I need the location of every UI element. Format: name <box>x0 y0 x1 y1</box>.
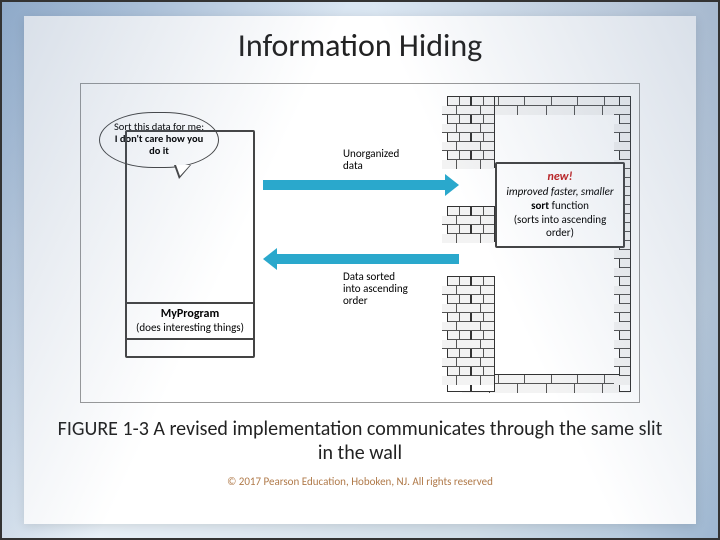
arrow-top-label: Unorganized data <box>343 148 399 172</box>
figure-illustration: Sort this data for me; I don't care how … <box>80 83 640 403</box>
wall-bottom-arm <box>471 374 631 392</box>
page-title: Information Hiding <box>238 26 482 65</box>
slide: Information Hiding Sort this data for me… <box>0 0 720 540</box>
figure-caption: FIGURE 1-3 A revised implementation comm… <box>24 417 696 465</box>
wall-segment <box>471 276 495 392</box>
arrow-left-icon <box>275 254 459 264</box>
copyright-text: © 2017 Pearson Education, Hoboken, NJ. A… <box>227 475 493 488</box>
sort-line-3: sort function <box>501 199 619 213</box>
program-desc: (does interesting things) <box>129 322 251 335</box>
function-word: function <box>552 199 589 212</box>
wall-segment <box>471 96 495 168</box>
sort-line2-italic: improved faster, smaller <box>506 185 613 198</box>
sort-function-panel: new! improved faster, smaller sort funct… <box>495 162 625 248</box>
arrow-bot-line3: order <box>343 295 408 307</box>
program-label: MyProgram (does interesting things) <box>125 302 255 340</box>
arrow-right-icon <box>263 180 447 190</box>
slide-content: Information Hiding Sort this data for me… <box>24 16 696 524</box>
wall-top-arm <box>471 96 631 114</box>
sort-word: sort <box>531 199 549 212</box>
program-name: MyProgram <box>129 308 251 322</box>
wall-segment <box>471 206 495 242</box>
sort-line-4: (sorts into ascending order) <box>501 213 619 241</box>
sort-new-label: new! <box>501 170 619 185</box>
arrow-top-line2: data <box>343 160 399 172</box>
sort-line-2: improved faster, smaller <box>501 185 619 199</box>
arrow-bottom-label: Data sorted into ascending order <box>343 271 408 307</box>
